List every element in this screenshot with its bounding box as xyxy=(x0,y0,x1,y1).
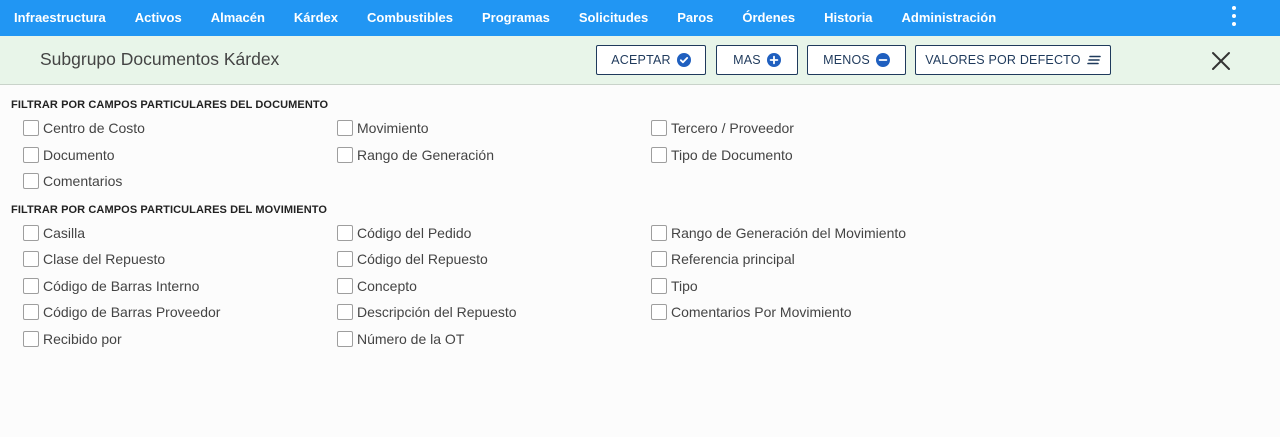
checkbox-codigo-de-barras-proveedor[interactable]: Código de Barras Proveedor xyxy=(23,304,220,320)
checkbox-tercero-proveedor[interactable]: Tercero / Proveedor xyxy=(651,120,794,136)
default-values-button-label: VALORES POR DEFECTO xyxy=(925,53,1081,67)
nav-item-activos[interactable]: Activos xyxy=(120,0,196,36)
checkbox-box[interactable] xyxy=(337,331,353,347)
accept-button-label: ACEPTAR xyxy=(611,53,671,67)
checkbox-label: Documento xyxy=(43,147,115,163)
checkbox-label: Tipo de Documento xyxy=(671,147,793,163)
nav-item-solicitudes[interactable]: Solicitudes xyxy=(564,0,662,36)
checkbox-movimiento[interactable]: Movimiento xyxy=(337,120,429,136)
checkbox-box[interactable] xyxy=(337,251,353,267)
checkbox-clase-del-repuesto[interactable]: Clase del Repuesto xyxy=(23,251,165,267)
checkbox-comentarios[interactable]: Comentarios xyxy=(23,173,122,189)
movement-filters-title: FILTRAR POR CAMPOS PARTICULARES DEL MOVI… xyxy=(11,204,328,216)
checkbox-descripcion-del-repuesto[interactable]: Descripción del Repuesto xyxy=(337,304,517,320)
checkbox-label: Número de la OT xyxy=(357,331,465,347)
checkbox-numero-de-la-ot[interactable]: Número de la OT xyxy=(337,331,464,347)
checkbox-box[interactable] xyxy=(651,147,667,163)
checkbox-label: Comentarios xyxy=(43,173,123,189)
checkbox-centro-de-costo[interactable]: Centro de Costo xyxy=(23,120,145,136)
nav-item-ordenes[interactable]: Órdenes xyxy=(728,0,810,36)
checkbox-codigo-del-pedido[interactable]: Código del Pedido xyxy=(337,225,471,241)
checkbox-box[interactable] xyxy=(337,120,353,136)
checkbox-label: Rango de Generación del Movimiento xyxy=(671,225,907,241)
checkbox-codigo-de-barras-interno[interactable]: Código de Barras Interno xyxy=(23,278,199,294)
more-button[interactable]: MAS xyxy=(716,45,798,75)
document-filters-title: FILTRAR POR CAMPOS PARTICULARES DEL DOCU… xyxy=(11,99,329,111)
lines-icon xyxy=(1086,55,1101,65)
checkbox-box[interactable] xyxy=(651,251,667,267)
nav-item-infraestructura[interactable]: Infraestructura xyxy=(0,0,120,36)
checkbox-label: Descripción del Repuesto xyxy=(357,304,517,320)
checkbox-label: Código de Barras Proveedor xyxy=(43,304,221,320)
checkbox-label: Código de Barras Interno xyxy=(43,278,200,294)
nav-item-historia[interactable]: Historia xyxy=(810,0,887,36)
checkbox-documento[interactable]: Documento xyxy=(23,147,115,163)
nav-item-combustibles[interactable]: Combustibles xyxy=(353,0,468,36)
checkbox-label: Recibido por xyxy=(43,331,122,347)
nav-item-kardex[interactable]: Kárdex xyxy=(279,0,352,36)
checkbox-referencia-principal[interactable]: Referencia principal xyxy=(651,251,795,267)
checkbox-comentarios-por-movimiento[interactable]: Comentarios Por Movimiento xyxy=(651,304,852,320)
default-values-button[interactable]: VALORES POR DEFECTO xyxy=(915,45,1111,75)
checkbox-label: Rango de Generación xyxy=(357,147,494,163)
checkbox-box[interactable] xyxy=(651,278,667,294)
checkbox-label: Concepto xyxy=(357,278,417,294)
checkbox-box[interactable] xyxy=(23,225,39,241)
checkbox-box[interactable] xyxy=(23,120,39,136)
checkbox-box[interactable] xyxy=(23,331,39,347)
checkbox-rango-de-generacion-del-movimiento[interactable]: Rango de Generación del Movimiento xyxy=(651,225,906,241)
less-button-label: MENOS xyxy=(823,53,870,67)
checkbox-label: Tercero / Proveedor xyxy=(671,120,794,136)
subheader-bar: Subgrupo Documentos Kárdex ACEPTAR MAS M… xyxy=(0,36,1280,85)
checkbox-casilla[interactable]: Casilla xyxy=(23,225,85,241)
less-button[interactable]: MENOS xyxy=(807,45,906,75)
nav-item-paros[interactable]: Paros xyxy=(663,0,728,36)
top-navbar: Infraestructura Activos Almacén Kárdex C… xyxy=(0,0,1280,36)
page-title: Subgrupo Documentos Kárdex xyxy=(40,49,280,69)
check-circle-icon xyxy=(676,53,691,67)
checkbox-label: Código del Pedido xyxy=(357,225,472,241)
checkbox-box[interactable] xyxy=(651,304,667,320)
checkbox-label: Centro de Costo xyxy=(43,120,145,136)
checkbox-codigo-del-repuesto[interactable]: Código del Repuesto xyxy=(337,251,488,267)
checkbox-box[interactable] xyxy=(23,251,39,267)
checkbox-label: Comentarios Por Movimiento xyxy=(671,304,852,320)
checkbox-label: Movimiento xyxy=(357,120,429,136)
checkbox-label: Clase del Repuesto xyxy=(43,251,166,267)
nav-item-administracion[interactable]: Administración xyxy=(887,0,1011,36)
nav-item-programas[interactable]: Programas xyxy=(467,0,564,36)
checkbox-rango-de-generacion[interactable]: Rango de Generación xyxy=(337,147,494,163)
checkbox-box[interactable] xyxy=(337,147,353,163)
checkbox-box[interactable] xyxy=(23,304,39,320)
nav-item-almacen[interactable]: Almacén xyxy=(196,0,279,36)
checkbox-box[interactable] xyxy=(23,278,39,294)
plus-circle-icon xyxy=(766,53,781,67)
checkbox-box[interactable] xyxy=(337,304,353,320)
checkbox-label: Casilla xyxy=(43,225,86,241)
checkbox-box[interactable] xyxy=(651,120,667,136)
checkbox-label: Referencia principal xyxy=(671,251,795,267)
checkbox-tipo-de-documento[interactable]: Tipo de Documento xyxy=(651,147,793,163)
checkbox-concepto[interactable]: Concepto xyxy=(337,278,417,294)
checkbox-box[interactable] xyxy=(337,278,353,294)
checkbox-box[interactable] xyxy=(23,173,39,189)
checkbox-tipo[interactable]: Tipo xyxy=(651,278,698,294)
close-icon[interactable] xyxy=(1210,50,1232,72)
accept-button[interactable]: ACEPTAR xyxy=(596,45,706,75)
checkbox-label: Código del Repuesto xyxy=(357,251,488,267)
minus-circle-icon xyxy=(875,53,890,67)
checkbox-box[interactable] xyxy=(651,225,667,241)
checkbox-box[interactable] xyxy=(337,225,353,241)
checkbox-box[interactable] xyxy=(23,147,39,163)
more-button-label: MAS xyxy=(733,53,761,67)
checkbox-label: Tipo xyxy=(671,278,698,294)
checkbox-recibido-por[interactable]: Recibido por xyxy=(23,331,122,347)
more-vert-icon[interactable] xyxy=(1228,6,1240,26)
